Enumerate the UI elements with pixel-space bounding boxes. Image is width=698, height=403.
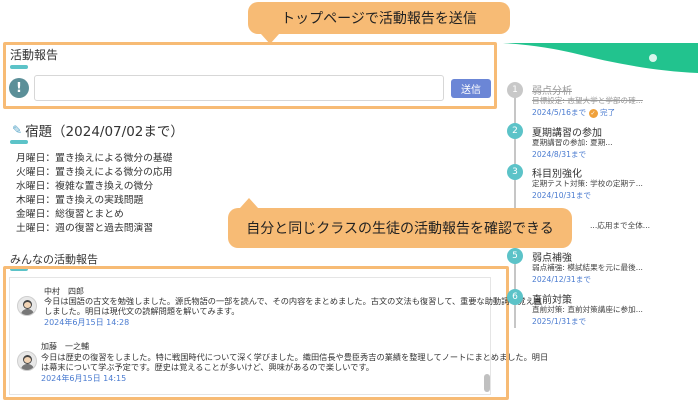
timeline-step-done-label: 完了 xyxy=(599,108,616,117)
banner-wave-graphic xyxy=(503,43,698,73)
homework-line: 土曜日：週の復習と過去問演習 xyxy=(16,223,154,234)
timeline-step-sub: 直前対策: 直前対策講座に参加... xyxy=(532,305,643,314)
report-title-underline xyxy=(10,65,28,69)
avatar-body xyxy=(21,364,34,370)
post-author: 加藤 一之輔 xyxy=(41,342,89,351)
post-text-line: 今日は国語の古文を勉強しました。源氏物語の一部を読んで、その内容をまとめました。… xyxy=(44,296,543,306)
homework-line: 金曜日：総復習とまとめ xyxy=(16,209,124,220)
avatar xyxy=(17,296,37,316)
callout-view-classmates: 自分と同じクラスの生徒の活動報告を確認できる xyxy=(228,198,572,248)
post-text-line: しました。明日は現代文の読解問題を解いてみます。 xyxy=(44,306,240,316)
timeline-step-sub: 目標設定: 志望大学と学部の確... xyxy=(532,96,643,105)
timeline-step-date: 2024/8/31まで xyxy=(532,150,587,159)
everyone-reports-title: みんなの活動報告 xyxy=(10,253,98,266)
timeline-step-circle: 5 xyxy=(507,248,523,264)
homework-line: 火曜日：置き換えによる微分の応用 xyxy=(16,167,173,178)
callout-mid-text: 自分と同じクラスの生徒の活動報告を確認できる xyxy=(246,221,554,237)
homework-line: 木曜日：置き換えの実践問題 xyxy=(16,195,144,206)
homework-line: 水曜日：複雑な置き換えの微分 xyxy=(16,181,154,192)
timeline-step-circle: 3 xyxy=(507,164,523,180)
timeline-step-date: 2024/12/31まで xyxy=(532,275,591,284)
timeline-step-date-text: 2024/5/16まで xyxy=(532,108,587,117)
timeline-step-circle: 6 xyxy=(507,289,523,305)
timeline-step-date: 2025/1/31まで xyxy=(532,317,587,326)
check-icon: ✓ xyxy=(588,109,598,118)
warning-icon: ! xyxy=(9,78,29,98)
callout-send-report: トップページで活動報告を送信 xyxy=(248,2,510,44)
avatar-body xyxy=(21,309,34,315)
pencil-icon: ✎ xyxy=(12,123,23,137)
post-text-line: 今日は歴史の復習をしました。特に戦国時代について深く学びました。織田信長や豊臣秀… xyxy=(41,352,549,362)
roadmap-banner xyxy=(503,43,698,73)
timeline-step-date: 2024/5/16まで ✓ 完了 xyxy=(532,107,615,118)
timeline-step-sub: 夏期講習の参加: 夏期... xyxy=(532,138,613,147)
homework-title-underline xyxy=(10,140,28,144)
homework-title: ✎ 宿題（2024/07/02まで） xyxy=(12,120,184,140)
send-button[interactable]: 送信 xyxy=(451,79,491,98)
avatar-face xyxy=(24,357,31,363)
timeline-step-sub: ...応用まで全体... xyxy=(590,221,651,230)
timeline-step-sub: 定期テスト対策: 学校の定期テ... xyxy=(532,179,643,188)
timeline-step-sub: 弱点補強: 模試結果を元に最後... xyxy=(532,263,643,272)
post-date: 2024年6月15日 14:15 xyxy=(41,374,127,383)
timeline-step-circle: 2 xyxy=(507,123,523,139)
timeline-step-date: 2024/10/31まで xyxy=(532,191,591,200)
callout-top-text: トップページで活動報告を送信 xyxy=(281,11,477,27)
post-date: 2024年6月15日 14:28 xyxy=(44,318,130,327)
avatar-face xyxy=(24,302,31,308)
homework-line: 月曜日：置き換えによる微分の基礎 xyxy=(16,153,173,164)
callout-mid-tail xyxy=(240,198,258,208)
report-input[interactable] xyxy=(34,75,444,101)
report-title: 活動報告 xyxy=(10,48,59,62)
avatar xyxy=(17,351,37,371)
timeline-step-circle: 1 xyxy=(507,82,523,98)
post-text-line: は幕末について学ぶ予定です。歴史は覚えることが多いけど、興味があるので楽しいです… xyxy=(41,362,374,372)
feed-scrollbar[interactable] xyxy=(484,374,490,392)
homework-title-text: 宿題（2024/07/02まで） xyxy=(25,124,184,140)
